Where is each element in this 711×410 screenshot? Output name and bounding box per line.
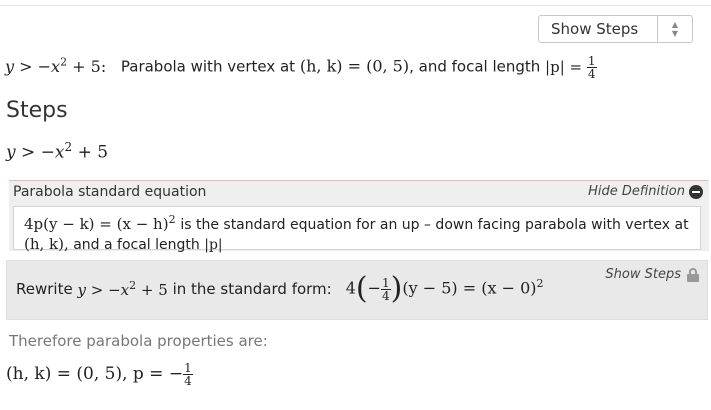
summary-focal-fraction: 14 xyxy=(586,54,597,81)
definition-text-b: and a focal length xyxy=(73,237,200,253)
summary-text-b: , and focal length xyxy=(409,57,541,76)
top-divider xyxy=(0,0,711,6)
definition-equation: 4p(y − k) = (x − h)2 xyxy=(24,213,176,233)
show-steps-label: Show Steps xyxy=(605,267,681,282)
properties-equation: (h, k) = (0, 5), p = −1 4 xyxy=(6,361,193,388)
chevron-up-down-icon: ▲ ▼ xyxy=(657,16,692,42)
properties-fraction: 14 xyxy=(183,361,193,388)
hide-definition-label: Hide Definition xyxy=(588,184,685,199)
summary-inequality: y > −x2 + 5: xyxy=(5,55,107,76)
rewrite-prefix: Rewrite xyxy=(16,280,73,298)
show-steps-select-label: Show Steps xyxy=(551,20,639,38)
summary-vertex: (h, k) = (0, 5) xyxy=(299,56,410,76)
rewrite-step: Rewrite y > −x2 + 5 in the standard form… xyxy=(6,260,708,320)
definition-text-a: is the standard equation for an up – dow… xyxy=(180,217,689,233)
summary-text-a: Parabola with vertex at xyxy=(120,57,296,76)
rewrite-equation: 4(− 1 4)(y − 5) = (x − 0)2 xyxy=(345,271,544,306)
hide-definition-button[interactable]: Hide Definition xyxy=(588,184,703,199)
step-inequality: y > −x2 + 5 xyxy=(6,140,109,163)
definition-box: Parabola standard equation Hide Definiti… xyxy=(9,180,709,253)
lock-icon xyxy=(687,267,699,282)
definition-focal: |p| xyxy=(204,237,223,253)
rewrite-fraction: 14 xyxy=(381,275,391,303)
steps-heading: Steps xyxy=(6,98,68,123)
definition-body: 4p(y − k) = (x − h)2 is the standard equ… xyxy=(13,206,701,253)
properties-label: Therefore parabola properties are: xyxy=(9,332,268,350)
result-summary: y > −x2 + 5: Parabola with vertex at (h,… xyxy=(5,55,597,80)
minus-circle-icon xyxy=(689,184,703,199)
rewrite-inequality: y > −x2 + 5 xyxy=(77,279,168,299)
definition-title: Parabola standard equation xyxy=(13,184,207,200)
show-steps-select[interactable]: Show Steps ▲ ▼ xyxy=(538,15,693,43)
rewrite-suffix: in the standard form: xyxy=(172,280,332,298)
definition-vertex: (h, k), xyxy=(24,235,69,253)
show-steps-button[interactable]: Show Steps xyxy=(605,267,699,282)
rewrite-line: Rewrite y > −x2 + 5 in the standard form… xyxy=(16,274,544,304)
summary-focal: |p| = 14 xyxy=(545,54,597,81)
